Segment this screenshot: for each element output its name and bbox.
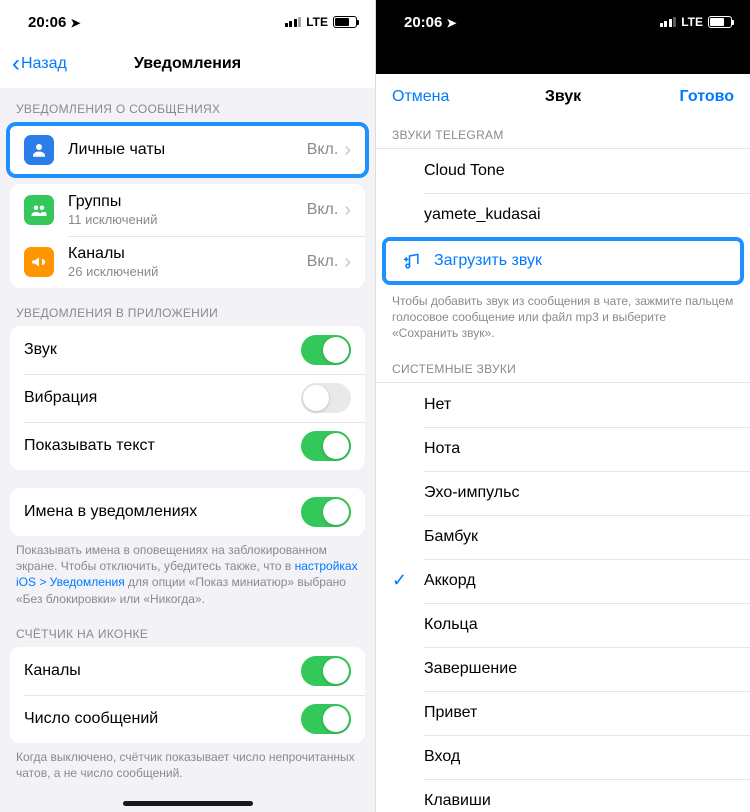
row-sound[interactable]: Звук	[10, 326, 365, 374]
upload-sound-button[interactable]: Загрузить звук	[386, 241, 740, 281]
status-bar: 20:06 ➤ LTE	[0, 0, 375, 44]
network-label: LTE	[681, 15, 703, 29]
toggle-vibration[interactable]	[301, 383, 351, 413]
person-icon	[24, 135, 54, 165]
modal-title: Звук	[376, 88, 750, 106]
megaphone-icon	[24, 247, 54, 277]
row-show-text[interactable]: Показывать текст	[10, 422, 365, 470]
sound-option[interactable]: Эхо-импульс	[376, 471, 750, 515]
sound-label: Клавиши	[424, 792, 491, 810]
status-indicators: LTE	[285, 15, 357, 29]
status-indicators: LTE	[660, 15, 732, 29]
row-badge-count[interactable]: Число сообщений	[10, 695, 365, 743]
section-header-badge: СЧЁТЧИК НА ИКОНКЕ	[0, 609, 375, 647]
home-indicator[interactable]	[123, 801, 253, 806]
sound-option[interactable]: Завершение	[376, 647, 750, 691]
names-footer: Показывать имена в оповещениях на заблок…	[0, 536, 375, 609]
sound-option[interactable]: Привет	[376, 691, 750, 735]
chevron-right-icon: ›	[344, 251, 351, 274]
sound-option[interactable]: Cloud Tone	[376, 149, 750, 193]
sound-option[interactable]: Нота	[376, 427, 750, 471]
sound-label: Привет	[424, 704, 477, 722]
section-header-messages: УВЕДОМЛЕНИЯ О СООБЩЕНИЯХ	[0, 88, 375, 122]
upload-footer: Чтобы добавить звук из сообщения в чате,…	[376, 285, 750, 344]
row-names[interactable]: Имена в уведомлениях	[10, 488, 365, 536]
chevron-right-icon: ›	[344, 139, 351, 162]
toggle-names[interactable]	[301, 497, 351, 527]
sound-label: Завершение	[424, 660, 517, 678]
section-header-sys-sounds: СИСТЕМНЫЕ ЗВУКИ	[376, 344, 750, 382]
page-title: Уведомления	[0, 55, 375, 73]
modal-sheet: Отмена Звук Готово ЗВУКИ TELEGRAM Cloud …	[376, 74, 750, 812]
row-vibration[interactable]: Вибрация	[10, 374, 365, 422]
row-badge-channels[interactable]: Каналы	[10, 647, 365, 695]
sound-option[interactable]: yamete_kudasai	[376, 193, 750, 237]
toggle-sound[interactable]	[301, 335, 351, 365]
location-icon: ➤	[71, 16, 81, 30]
signal-icon	[660, 17, 677, 27]
sound-option[interactable]: Вход	[376, 735, 750, 779]
section-header-tg-sounds: ЗВУКИ TELEGRAM	[376, 116, 750, 148]
row-channels[interactable]: Каналы 26 исключений Вкл. ›	[10, 236, 365, 288]
row-groups[interactable]: Группы 11 исключений Вкл. ›	[10, 184, 365, 236]
status-time: 20:06 ➤	[28, 14, 81, 31]
row-private-chats[interactable]: Личные чаты Вкл. ›	[10, 126, 365, 174]
tg-sounds-group: Cloud Tone yamete_kudasai	[376, 148, 750, 237]
sound-label: Нота	[424, 440, 460, 458]
status-bar: 20:06 ➤ LTE	[376, 0, 750, 44]
sound-picker-screen: 20:06 ➤ LTE Отмена Звук Готово ЗВУКИ TEL…	[375, 0, 750, 812]
settings-scroll[interactable]: УВЕДОМЛЕНИЯ О СООБЩЕНИЯХ Личные чаты Вкл…	[0, 88, 375, 812]
notifications-settings-screen: 20:06 ➤ LTE ‹ Назад Уведомления УВЕДОМЛЕ…	[0, 0, 375, 812]
highlight-upload-sound: Загрузить звук	[382, 237, 744, 285]
group-icon	[24, 195, 54, 225]
sound-option[interactable]: Бамбук	[376, 515, 750, 559]
sound-scroll[interactable]: ЗВУКИ TELEGRAM Cloud Tone yamete_kudasai…	[376, 116, 750, 812]
section-header-inapp: УВЕДОМЛЕНИЯ В ПРИЛОЖЕНИИ	[0, 288, 375, 326]
location-icon: ➤	[447, 16, 457, 30]
sound-label: Бамбук	[424, 528, 478, 546]
system-sounds-group: Нет Нота Эхо-импульс Бамбук ✓ Аккорд Кольца Зав…	[376, 382, 750, 812]
signal-icon	[285, 17, 302, 27]
battery-icon	[333, 16, 357, 28]
modal-nav: Отмена Звук Готово	[376, 74, 750, 116]
toggle-badge-count[interactable]	[301, 704, 351, 734]
sound-label: Вход	[424, 748, 460, 766]
sound-option[interactable]: Кольца	[376, 603, 750, 647]
sound-label: Эхо-импульс	[424, 484, 519, 502]
modal-backdrop	[376, 44, 750, 74]
chevron-right-icon: ›	[344, 199, 351, 222]
network-label: LTE	[306, 15, 328, 29]
toggle-badge-channels[interactable]	[301, 656, 351, 686]
row-value: Вкл.	[307, 141, 339, 159]
sound-option[interactable]: Клавиши	[376, 779, 750, 812]
sound-option[interactable]: ✓ Аккорд	[376, 559, 750, 603]
nav-bar: ‹ Назад Уведомления	[0, 44, 375, 88]
status-time: 20:06 ➤	[404, 14, 457, 31]
checkmark-icon: ✓	[392, 570, 407, 591]
sound-label: Кольца	[424, 616, 478, 634]
badge-footer: Когда выключено, счётчик показывает числ…	[0, 743, 375, 783]
highlight-private-chats: Личные чаты Вкл. ›	[6, 122, 369, 178]
upload-note-icon	[402, 251, 426, 271]
toggle-show-text[interactable]	[301, 431, 351, 461]
battery-icon	[708, 16, 732, 28]
sound-label: Нет	[424, 396, 451, 414]
sound-option[interactable]: Нет	[376, 383, 750, 427]
sound-label: Аккорд	[424, 572, 476, 590]
